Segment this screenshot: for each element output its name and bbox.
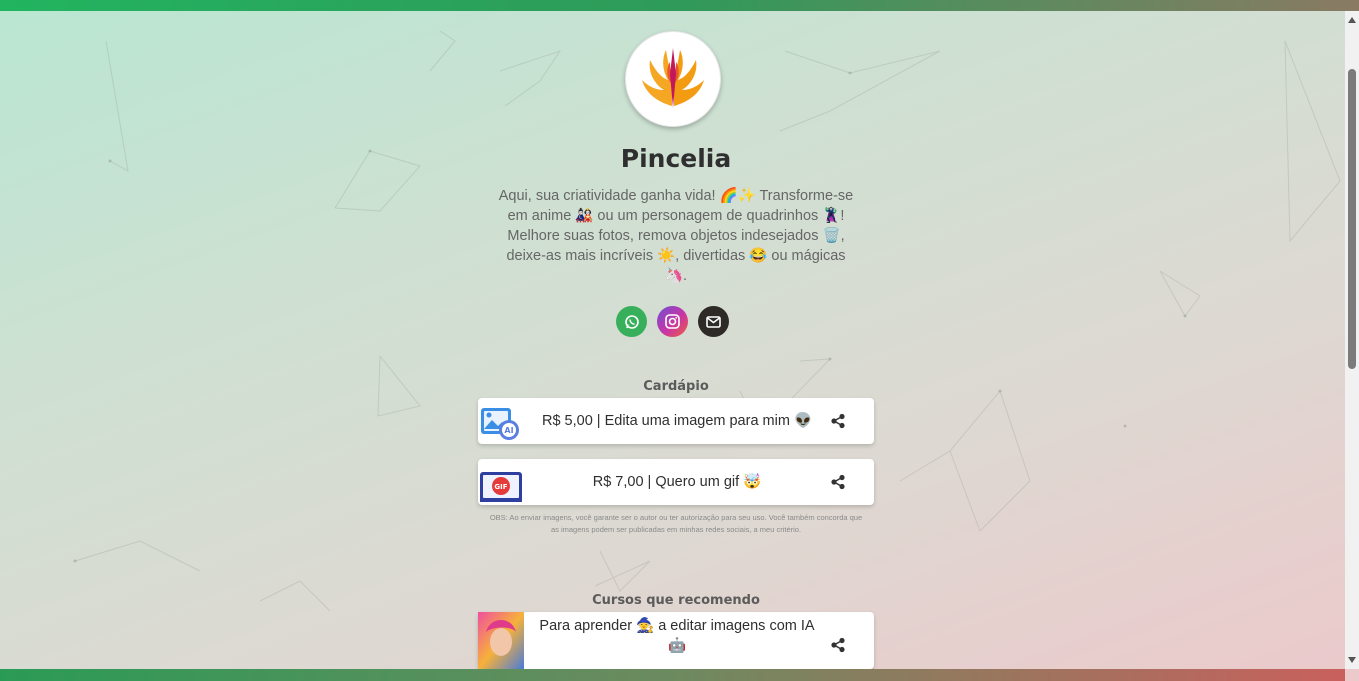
profile-name: Pincelia bbox=[620, 144, 732, 173]
whatsapp-button[interactable] bbox=[616, 306, 647, 337]
menu-item-label: R$ 5,00 | Edita uma imagem para mim 👽 bbox=[541, 413, 813, 429]
scroll-down-arrow-icon[interactable] bbox=[1348, 657, 1356, 663]
social-links bbox=[616, 306, 736, 338]
bottom-accent-bar bbox=[0, 669, 1345, 681]
profile-avatar bbox=[625, 31, 721, 127]
top-accent-bar bbox=[0, 0, 1359, 11]
svg-text:AI: AI bbox=[504, 426, 513, 435]
share-icon[interactable] bbox=[830, 413, 846, 429]
svg-text:GIF: GIF bbox=[494, 483, 507, 491]
courses-section-title: Cursos que recomendo bbox=[592, 593, 760, 608]
scrollbar-thumb[interactable] bbox=[1348, 69, 1356, 369]
scrollbar[interactable] bbox=[1345, 11, 1359, 669]
course-item-label: Para aprender 🧙 a editar imagens com IA … bbox=[539, 618, 815, 654]
course-thumbnail bbox=[478, 612, 524, 669]
mail-icon bbox=[706, 315, 721, 328]
menu-section-title: Cardápio bbox=[643, 379, 709, 394]
course-item[interactable]: Para aprender 🧙 a editar imagens com IA … bbox=[478, 612, 874, 669]
profile-bio: Aqui, sua criatividade ganha vida! 🌈✨ Tr… bbox=[498, 188, 854, 284]
instagram-icon bbox=[665, 314, 680, 329]
menu-disclaimer: OBS: Ao enviar imagens, você garante ser… bbox=[489, 513, 863, 534]
menu-item-edit-image[interactable]: AI R$ 5,00 | Edita uma imagem para mim 👽 bbox=[478, 398, 874, 444]
email-button[interactable] bbox=[698, 306, 729, 337]
share-icon[interactable] bbox=[830, 637, 846, 653]
share-icon[interactable] bbox=[830, 474, 846, 490]
phoenix-logo-icon bbox=[642, 48, 704, 108]
instagram-button[interactable] bbox=[657, 306, 688, 337]
scroll-up-arrow-icon[interactable] bbox=[1348, 17, 1356, 23]
ai-image-icon: AI bbox=[481, 408, 519, 440]
whatsapp-icon bbox=[624, 314, 639, 329]
menu-item-label: R$ 7,00 | Quero um gif 🤯 bbox=[592, 474, 762, 490]
menu-item-gif[interactable]: GIF R$ 7,00 | Quero um gif 🤯 bbox=[478, 459, 874, 505]
gif-icon: GIF bbox=[480, 472, 522, 502]
